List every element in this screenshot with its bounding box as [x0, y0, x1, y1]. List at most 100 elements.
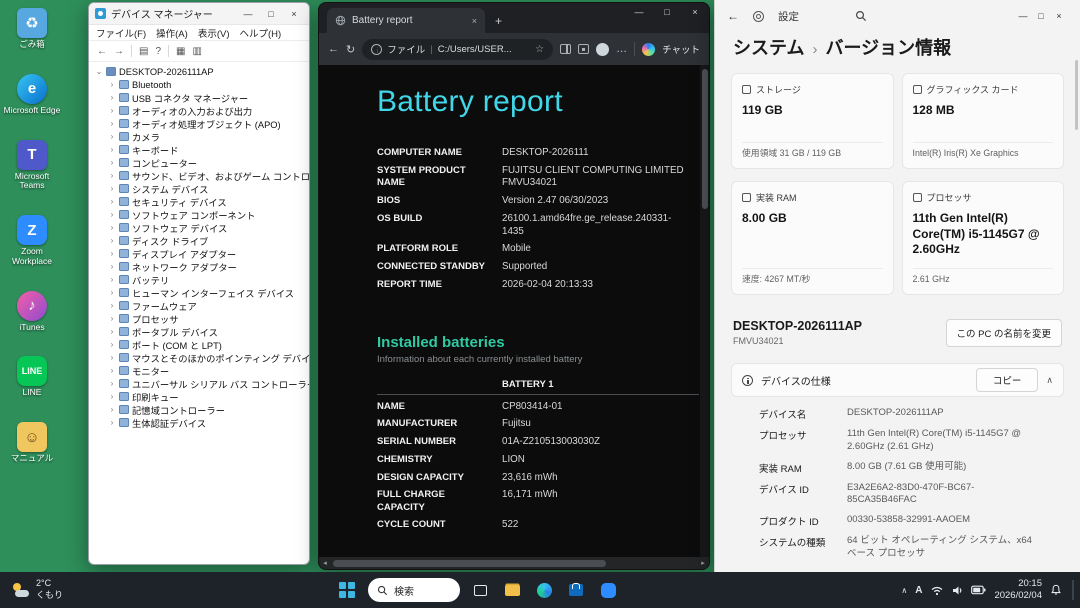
expand-chevron-icon[interactable]	[108, 94, 116, 102]
expand-chevron-icon[interactable]	[108, 159, 116, 167]
desktop-icon-edge[interactable]: e Microsoft Edge	[2, 73, 62, 116]
info-card[interactable]: グラフィックス カード 128 MB Intel(R) Iris(R) Xe G…	[901, 73, 1064, 169]
more-menu-icon[interactable]: …	[616, 43, 627, 55]
tree-item[interactable]: バッテリ	[95, 273, 309, 286]
show-desktop-button[interactable]	[1072, 580, 1074, 600]
zoom-icon[interactable]	[596, 578, 620, 602]
copy-button[interactable]: コピー	[975, 368, 1039, 392]
expand-chevron-icon[interactable]	[108, 328, 116, 336]
tree-item[interactable]: システム デバイス	[95, 182, 309, 195]
expand-chevron-icon[interactable]	[108, 341, 116, 349]
expand-chevron-icon[interactable]	[108, 380, 116, 388]
tree-item[interactable]: コンピューター	[95, 156, 309, 169]
forward-icon[interactable]: →	[114, 46, 124, 57]
page-info-icon[interactable]	[371, 43, 383, 55]
tree-item[interactable]: マウスとそのほかのポインティング デバイス	[95, 351, 309, 364]
expand-chevron-icon[interactable]	[108, 81, 116, 89]
new-tab-button[interactable]: +	[495, 14, 502, 28]
expand-chevron-icon[interactable]	[108, 315, 116, 323]
tree-item[interactable]: ユニバーサル シリアル バス コントローラー	[95, 377, 309, 390]
minimize-button[interactable]: —	[239, 9, 257, 19]
taskbar-search[interactable]: 検索	[368, 578, 460, 602]
menu-item[interactable]: 操作(A)	[156, 26, 188, 40]
store-icon[interactable]	[564, 578, 588, 602]
document-icon[interactable]: ▤	[139, 46, 148, 57]
info-card[interactable]: ストレージ 119 GB 使用領域 31 GB / 119 GB	[731, 73, 894, 169]
info-card[interactable]: 実装 RAM 8.00 GB 速度: 4267 MT/秒	[731, 181, 894, 295]
tree-item[interactable]: ポート (COM と LPT)	[95, 338, 309, 351]
tree-item[interactable]: ファームウェア	[95, 299, 309, 312]
expand-chevron-icon[interactable]	[108, 354, 116, 362]
expand-chevron-icon[interactable]	[108, 146, 116, 154]
tree-item[interactable]: オーディオの入力および出力	[95, 104, 309, 117]
scroll-left-icon[interactable]: ◂	[319, 559, 331, 567]
ime-indicator[interactable]: A	[915, 585, 922, 596]
volume-icon[interactable]	[952, 585, 963, 596]
close-button[interactable]: ×	[681, 7, 709, 17]
file-explorer-icon[interactable]	[500, 578, 524, 602]
expand-chevron-icon[interactable]	[108, 250, 116, 258]
tree-item[interactable]: カメラ	[95, 130, 309, 143]
expand-chevron-icon[interactable]	[108, 107, 116, 115]
tree-item[interactable]: オーディオ処理オブジェクト (APO)	[95, 117, 309, 130]
scrollbar-thumb[interactable]	[701, 69, 708, 209]
info-card[interactable]: プロセッサ 11th Gen Intel(R) Core(TM) i5-1145…	[901, 181, 1064, 295]
hidden-icons-chevron[interactable]: ∧	[901, 586, 907, 595]
maximize-button[interactable]: □	[653, 7, 681, 17]
vertical-scrollbar[interactable]	[700, 65, 709, 557]
horizontal-scrollbar[interactable]: ◂ ▸	[319, 557, 709, 569]
expand-chevron-icon[interactable]	[108, 302, 116, 310]
weather-widget[interactable]: 2°C くもり	[0, 578, 75, 601]
tree-item[interactable]: キーボード	[95, 143, 309, 156]
maximize-button[interactable]: □	[1032, 11, 1050, 21]
menu-item[interactable]: 表示(V)	[198, 26, 230, 40]
refresh-icon[interactable]: ↻	[346, 43, 355, 56]
tab-close-icon[interactable]: ×	[472, 16, 477, 26]
tree-item[interactable]: USB コネクタ マネージャー	[95, 91, 309, 104]
tree-root[interactable]: DESKTOP-2026111AP	[95, 65, 309, 78]
expand-chevron-icon[interactable]	[108, 224, 116, 232]
search-icon[interactable]	[855, 10, 867, 22]
back-icon[interactable]: ←	[97, 46, 107, 57]
wifi-icon[interactable]	[930, 585, 944, 596]
expand-chevron-icon[interactable]	[108, 172, 116, 180]
expand-chevron-icon[interactable]	[108, 263, 116, 271]
split-screen-icon[interactable]	[560, 44, 572, 54]
profile-avatar[interactable]	[596, 42, 610, 56]
expand-chevron-icon[interactable]	[108, 393, 116, 401]
copilot-icon[interactable]	[642, 42, 656, 56]
scroll-right-icon[interactable]: ▸	[697, 559, 709, 567]
tree-item[interactable]: Bluetooth	[95, 78, 309, 91]
desktop-icon-line[interactable]: LINE LINE	[2, 356, 62, 398]
back-icon[interactable]: ←	[727, 9, 739, 23]
desktop-icon-zoom[interactable]: Z Zoom Workplace	[2, 215, 62, 267]
properties-icon[interactable]: ▥	[192, 46, 201, 57]
battery-icon[interactable]	[971, 585, 986, 595]
settings-titlebar[interactable]: ← 設定 — □ ×	[715, 0, 1080, 32]
rename-pc-button[interactable]: この PC の名前を変更	[945, 319, 1062, 347]
expand-chevron-icon[interactable]	[108, 198, 116, 206]
scrollbar-thumb[interactable]	[333, 559, 606, 567]
chevron-up-icon[interactable]: ∧	[1046, 375, 1053, 386]
vertical-scrollbar[interactable]	[1075, 60, 1078, 130]
expand-chevron-icon[interactable]	[108, 289, 116, 297]
breadcrumb-system[interactable]: システム	[733, 34, 804, 60]
help-icon[interactable]: ?	[155, 46, 161, 57]
expand-chevron-icon[interactable]	[108, 133, 116, 141]
tree-item[interactable]: プロセッサ	[95, 312, 309, 325]
tree-item[interactable]: セキュリティ デバイス	[95, 195, 309, 208]
expand-chevron-icon[interactable]	[108, 406, 116, 414]
tree-item[interactable]: ポータブル デバイス	[95, 325, 309, 338]
tree-item[interactable]: ディスク ドライブ	[95, 234, 309, 247]
tree-item[interactable]: ネットワーク アダプター	[95, 260, 309, 273]
tree-item[interactable]: ソフトウェア コンポーネント	[95, 208, 309, 221]
expand-chevron-icon[interactable]	[108, 237, 116, 245]
copilot-chat-label[interactable]: チャット	[662, 42, 700, 56]
minimize-button[interactable]: —	[625, 7, 653, 17]
expand-chevron-icon[interactable]	[108, 276, 116, 284]
expand-chevron-icon[interactable]	[108, 419, 116, 427]
tree-item[interactable]: 印刷キュー	[95, 390, 309, 403]
device-spec-expander[interactable]: デバイスの仕様 コピー ∧	[731, 363, 1064, 397]
minimize-button[interactable]: —	[1014, 11, 1032, 21]
expand-chevron-icon[interactable]	[108, 367, 116, 375]
